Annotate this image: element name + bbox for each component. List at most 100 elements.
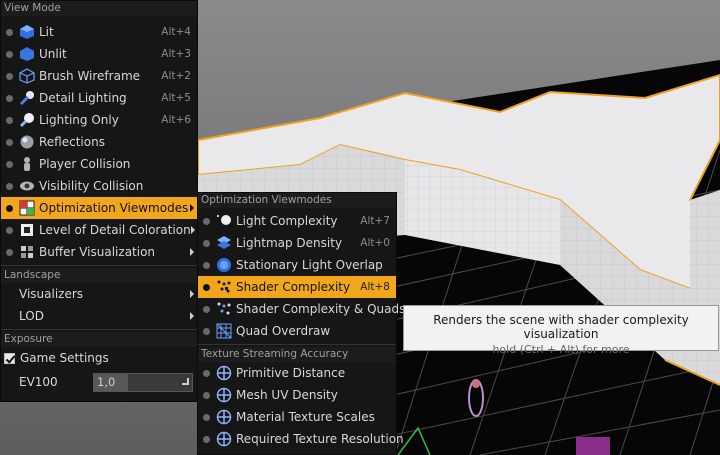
menu-item-brush-wireframe[interactable]: Brush Wireframe Alt+2 bbox=[1, 65, 197, 87]
menu-item-light-complexity[interactable]: Light Complexity Alt+7 bbox=[198, 210, 396, 232]
ev100-row: EV100 1,0 bbox=[1, 369, 197, 395]
divider bbox=[1, 265, 197, 266]
menu-item-label: Visualizers bbox=[19, 287, 84, 301]
menu-item-shader-complexity[interactable]: Shader Complexity Alt+8 bbox=[198, 276, 396, 298]
radio-indicator bbox=[6, 248, 13, 256]
radio-indicator bbox=[203, 217, 210, 225]
shortcut-text: Alt+0 bbox=[360, 237, 390, 249]
shortcut-text: Alt+8 bbox=[360, 281, 390, 293]
menu-item-reflections[interactable]: Reflections bbox=[1, 131, 197, 153]
menu-item-shader-complexity-quads[interactable]: Shader Complexity & Quads bbox=[198, 298, 405, 320]
menu-item-label: Light Complexity bbox=[236, 214, 338, 228]
menu-item-label: Brush Wireframe bbox=[39, 69, 141, 83]
buffer-visualization-icon bbox=[19, 244, 35, 260]
menu-item-lit[interactable]: Lit Alt+4 bbox=[1, 21, 197, 43]
lightmap-density-icon bbox=[216, 235, 232, 251]
divider bbox=[1, 329, 197, 330]
radio-indicator-selected bbox=[6, 204, 13, 212]
detail-lighting-icon bbox=[19, 90, 35, 106]
shortcut-text: Alt+6 bbox=[161, 114, 191, 126]
resize-grip-icon bbox=[182, 377, 189, 385]
radio-indicator bbox=[203, 261, 210, 269]
player-collision-icon bbox=[19, 156, 35, 172]
game-settings-label: Game Settings bbox=[20, 351, 109, 365]
radio-indicator bbox=[203, 391, 210, 399]
visibility-collision-icon bbox=[19, 178, 35, 194]
view-mode-header: View Mode bbox=[1, 1, 197, 16]
ev100-value: 1,0 bbox=[97, 374, 116, 389]
view-mode-menu: View Mode Lit Alt+4 Unlit Alt+3 Brush Wi… bbox=[0, 0, 198, 402]
menu-item-lod-coloration[interactable]: Level of Detail Coloration bbox=[1, 219, 197, 241]
radio-indicator bbox=[203, 239, 210, 247]
menu-item-player-collision[interactable]: Player Collision bbox=[1, 153, 197, 175]
unlit-cube-icon bbox=[19, 46, 35, 62]
menu-item-label: Mesh UV Density bbox=[236, 388, 338, 402]
menu-item-lighting-only[interactable]: Lighting Only Alt+6 bbox=[1, 109, 197, 131]
submenu-arrow-icon bbox=[190, 290, 194, 298]
radio-indicator bbox=[6, 72, 13, 80]
radio-indicator bbox=[6, 116, 13, 124]
menu-item-lod[interactable]: LOD bbox=[1, 305, 197, 327]
optimization-header: Optimization Viewmodes bbox=[198, 193, 396, 208]
optimization-grid-icon bbox=[19, 200, 35, 216]
menu-item-label: Lightmap Density bbox=[236, 236, 343, 250]
radio-indicator bbox=[203, 435, 210, 443]
menu-item-mesh-uv-density[interactable]: Mesh UV Density bbox=[198, 384, 396, 406]
menu-item-label: Optimization Viewmodes bbox=[39, 201, 189, 215]
radio-indicator bbox=[203, 283, 210, 291]
ev100-label: EV100 bbox=[19, 375, 58, 389]
menu-item-label: Shader Complexity & Quads bbox=[236, 302, 406, 316]
menu-item-detail-lighting[interactable]: Detail Lighting Alt+5 bbox=[1, 87, 197, 109]
menu-item-buffer-visualization[interactable]: Buffer Visualization bbox=[1, 241, 197, 263]
shortcut-text: Alt+2 bbox=[161, 70, 191, 82]
menu-item-label: Reflections bbox=[39, 135, 105, 149]
crosshair-circle-icon bbox=[216, 409, 232, 425]
menu-item-label: Visibility Collision bbox=[39, 179, 144, 193]
submenu-arrow-icon bbox=[190, 204, 194, 212]
menu-item-quad-overdraw[interactable]: Quad Overdraw bbox=[198, 320, 396, 342]
shortcut-text: Alt+5 bbox=[161, 92, 191, 104]
menu-item-label: Buffer Visualization bbox=[39, 245, 156, 259]
exposure-header: Exposure bbox=[1, 332, 197, 347]
crosshair-circle-icon bbox=[216, 387, 232, 403]
menu-item-primitive-distance[interactable]: Primitive Distance bbox=[198, 362, 396, 384]
radio-indicator bbox=[6, 138, 13, 146]
game-settings-checkbox[interactable] bbox=[4, 352, 15, 364]
menu-item-label: Shader Complexity bbox=[236, 280, 351, 294]
radio-indicator bbox=[203, 305, 210, 313]
menu-item-optimization-viewmodes[interactable]: Optimization Viewmodes bbox=[1, 197, 197, 219]
tooltip-hint: hold (Ctrl + Alt) for more bbox=[492, 343, 630, 356]
radio-indicator bbox=[6, 94, 13, 102]
menu-item-label: Material Texture Scales bbox=[236, 410, 375, 424]
light-complexity-icon bbox=[216, 213, 232, 229]
radio-indicator bbox=[6, 50, 13, 58]
submenu-arrow-icon bbox=[190, 248, 194, 256]
menu-item-label: Detail Lighting bbox=[39, 91, 127, 105]
menu-item-label: Lighting Only bbox=[39, 113, 119, 127]
shortcut-text: Alt+7 bbox=[360, 215, 390, 227]
radio-indicator bbox=[6, 28, 13, 36]
menu-item-visualizers[interactable]: Visualizers bbox=[1, 283, 197, 305]
menu-item-material-texture-scales[interactable]: Material Texture Scales bbox=[198, 406, 396, 428]
menu-item-label: Level of Detail Coloration bbox=[39, 223, 191, 237]
optimization-viewmodes-submenu: Optimization Viewmodes Light Complexity … bbox=[197, 192, 405, 455]
purple-mesh bbox=[576, 437, 610, 455]
menu-item-required-texture-resolution[interactable]: Required Texture Resolution bbox=[198, 428, 404, 450]
divider bbox=[198, 344, 396, 345]
submenu-arrow-icon bbox=[190, 312, 194, 320]
menu-item-lightmap-density[interactable]: Lightmap Density Alt+0 bbox=[198, 232, 396, 254]
menu-item-label: Lit bbox=[39, 25, 54, 39]
radio-indicator bbox=[6, 160, 13, 168]
menu-item-stationary-light-overlap[interactable]: Stationary Light Overlap bbox=[198, 254, 396, 276]
menu-item-unlit[interactable]: Unlit Alt+3 bbox=[1, 43, 197, 65]
menu-item-visibility-collision[interactable]: Visibility Collision bbox=[1, 175, 197, 197]
menu-item-label: Required Texture Resolution bbox=[236, 432, 404, 446]
shader-complexity-icon bbox=[216, 279, 232, 295]
ev100-slider-input[interactable]: 1,0 bbox=[93, 372, 193, 392]
shortcut-text: Alt+4 bbox=[161, 26, 191, 38]
lod-coloration-icon bbox=[19, 222, 35, 238]
lit-cube-icon bbox=[19, 24, 35, 40]
shortcut-text: Alt+3 bbox=[161, 48, 191, 60]
game-settings-toggle[interactable]: Game Settings bbox=[1, 347, 197, 369]
crosshair-circle-icon bbox=[216, 365, 232, 381]
